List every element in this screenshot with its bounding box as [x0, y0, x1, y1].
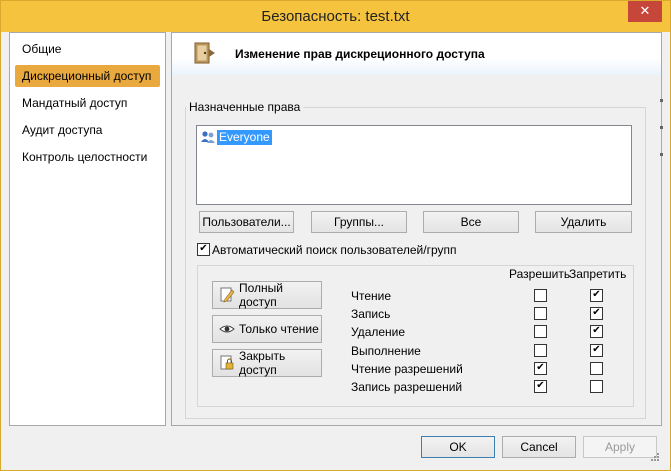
discretionary-access-panel: Изменение прав дискреционного доступа На…	[171, 32, 663, 426]
nav-item-integrity-control[interactable]: Контроль целостности	[15, 146, 160, 168]
all-button[interactable]: Все	[423, 211, 519, 233]
eye-icon	[219, 325, 235, 333]
deny-checkbox-read[interactable]	[590, 289, 603, 302]
permission-label-read: Чтение	[351, 289, 392, 303]
delete-button[interactable]: Удалить	[535, 211, 632, 233]
permission-label-delete: Удаление	[351, 325, 406, 339]
nav-item-discretionary-access[interactable]: Дискреционный доступ	[15, 65, 160, 87]
principal-name: Everyone	[217, 129, 272, 145]
auto-search-label: Автоматический поиск пользователей/групп	[212, 243, 457, 257]
full-access-button[interactable]: Полный доступ	[212, 281, 322, 309]
security-dialog: Безопасность: test.txt ✕ Общие Дискрецио…	[0, 0, 671, 471]
dialog-client-area: Общие Дискреционный доступ Мандатный дос…	[9, 32, 663, 464]
resize-grip-icon[interactable]	[648, 450, 660, 462]
permission-label-execute: Выполнение	[351, 344, 421, 358]
nav-item-mandatory-access[interactable]: Мандатный доступ	[15, 92, 160, 114]
read-only-button[interactable]: Только чтение	[212, 315, 322, 343]
users-button[interactable]: Пользователи...	[199, 211, 294, 233]
allow-checkbox-read-permissions[interactable]	[534, 362, 547, 375]
cancel-button[interactable]: Cancel	[502, 436, 576, 458]
auto-search-checkbox[interactable]	[197, 243, 210, 256]
users-group-icon	[201, 131, 215, 143]
title-bar[interactable]: Безопасность: test.txt ✕	[1, 1, 670, 32]
ok-button[interactable]: OK	[421, 436, 495, 458]
assigned-rights-label: Назначенные права	[186, 100, 304, 114]
principals-list[interactable]: Everyone	[196, 125, 632, 205]
window-title: Безопасность: test.txt	[261, 8, 410, 25]
deny-checkbox-delete[interactable]	[590, 325, 603, 338]
deny-checkbox-read-permissions[interactable]	[590, 362, 603, 375]
nav-item-general[interactable]: Общие	[15, 38, 160, 60]
permission-label-write: Запись	[351, 307, 391, 321]
splitter-dot	[660, 126, 663, 129]
splitter-dot	[660, 153, 663, 156]
close-button[interactable]: ✕	[628, 1, 662, 22]
locked-document-icon	[220, 355, 234, 370]
full-access-label: Полный доступ	[239, 281, 283, 309]
panel-title: Изменение прав дискреционного доступа	[235, 47, 485, 61]
deny-checkbox-write[interactable]	[590, 307, 603, 320]
nav-item-access-audit[interactable]: Аудит доступа	[15, 119, 160, 141]
deny-column-header: Запретить	[569, 267, 627, 281]
allow-checkbox-write-permissions[interactable]	[534, 380, 547, 393]
panel-header: Изменение прав дискреционного доступа	[172, 33, 661, 75]
allow-checkbox-delete[interactable]	[534, 325, 547, 338]
permission-label-write-permissions: Запись разрешений	[351, 380, 463, 394]
apply-button[interactable]: Apply	[583, 436, 657, 458]
close-access-label: Закрыть доступ	[239, 349, 286, 377]
permission-label-read-permissions: Чтение разрешений	[351, 362, 463, 376]
edit-document-icon	[220, 287, 235, 303]
allow-column-header: Разрешить	[509, 267, 571, 281]
splitter-dot	[660, 99, 663, 102]
list-item[interactable]: Everyone	[200, 129, 272, 145]
allow-checkbox-write[interactable]	[534, 307, 547, 320]
door-key-icon	[194, 42, 215, 64]
deny-checkbox-execute[interactable]	[590, 344, 603, 357]
deny-checkbox-write-permissions[interactable]	[590, 380, 603, 393]
allow-checkbox-execute[interactable]	[534, 344, 547, 357]
groups-button[interactable]: Группы...	[311, 211, 407, 233]
close-access-button[interactable]: Закрыть доступ	[212, 349, 322, 377]
allow-checkbox-read[interactable]	[534, 289, 547, 302]
read-only-label: Только чтение	[239, 322, 319, 336]
category-list: Общие Дискреционный доступ Мандатный дос…	[9, 32, 166, 426]
